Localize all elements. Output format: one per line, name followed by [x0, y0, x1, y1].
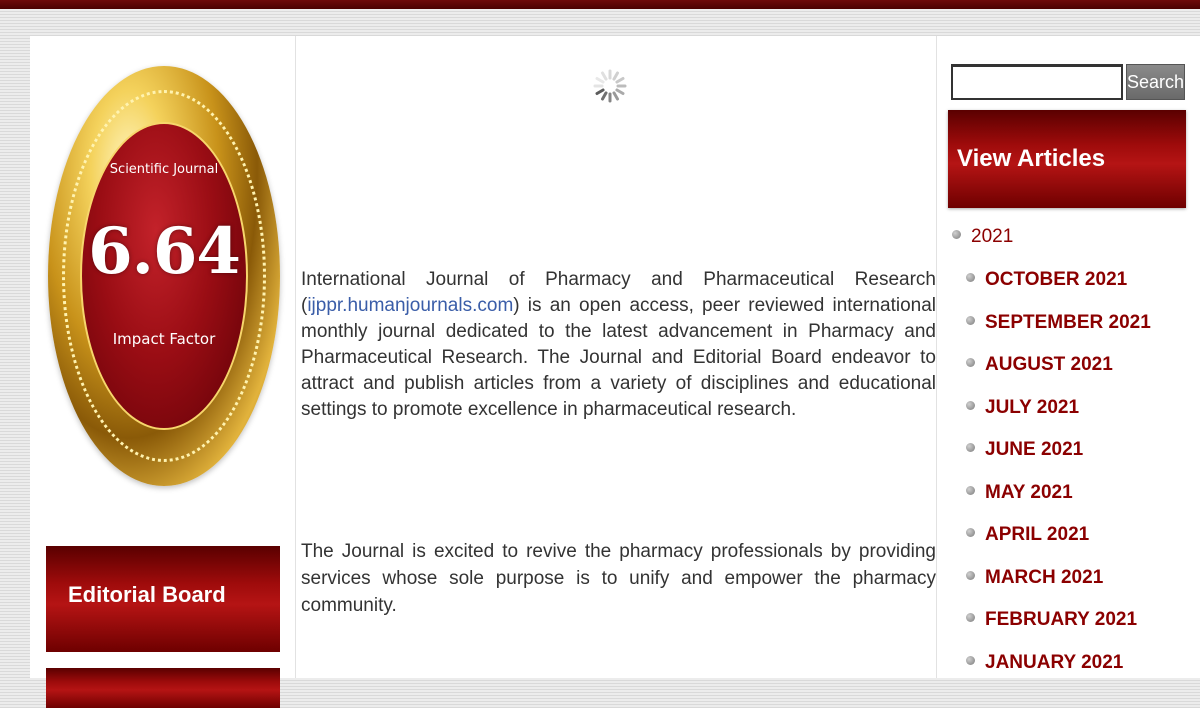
loading-spinner-icon	[593, 69, 627, 103]
month-label: SEPTEMBER 2021	[985, 311, 1151, 333]
bullet-icon	[952, 230, 961, 240]
bullet-icon	[966, 485, 975, 495]
month-label: AUGUST 2021	[985, 354, 1113, 375]
year-label: 2021	[971, 226, 1014, 247]
month-link[interactable]: JULY 2021	[966, 395, 1151, 438]
month-label: JUNE 2021	[985, 439, 1084, 460]
month-link[interactable]: SEPTEMBER 2021	[966, 310, 1151, 353]
month-link[interactable]: JANUARY 2021	[966, 650, 1151, 693]
bullet-icon	[966, 570, 975, 580]
bullet-icon	[966, 443, 975, 453]
journal-website-link[interactable]: ijppr.humanjournals.com	[307, 295, 513, 316]
bullet-icon	[966, 315, 975, 325]
top-bar	[0, 0, 1200, 9]
month-link[interactable]: AUGUST 2021	[966, 352, 1151, 395]
month-list: OCTOBER 2021 SEPTEMBER 2021 AUGUST 2021 …	[966, 267, 1151, 692]
journal-intro-paragraph: International Journal of Pharmacy and Ph…	[301, 267, 936, 423]
month-label: FEBRUARY 2021	[985, 609, 1138, 630]
month-link[interactable]: JUNE 2021	[966, 437, 1151, 480]
search-button[interactable]: Search	[1126, 64, 1185, 100]
bullet-icon	[966, 358, 975, 368]
main-content: International Journal of Pharmacy and Ph…	[296, 36, 937, 678]
badge-top-text: Scientific Journal	[109, 162, 219, 177]
month-link[interactable]: APRIL 2021	[966, 522, 1151, 565]
badge-bottom-text: Impact Factor	[112, 330, 216, 348]
month-label: JANUARY 2021	[985, 651, 1124, 673]
right-sidebar: Search View Articles 2021 OCTOBER 2021 S…	[948, 36, 1200, 678]
month-label: OCTOBER 2021	[985, 269, 1128, 290]
month-label: APRIL 2021	[985, 524, 1090, 545]
bullet-icon	[966, 400, 975, 410]
month-link[interactable]: FEBRUARY 2021	[966, 607, 1151, 650]
editorial-board-label: Editorial Board	[68, 582, 226, 607]
bullet-icon	[966, 528, 975, 538]
editorial-board-button[interactable]: Editorial Board	[46, 546, 280, 652]
month-link[interactable]: MARCH 2021	[966, 565, 1151, 608]
view-articles-header: View Articles	[948, 110, 1186, 208]
sidebar-next-button[interactable]	[46, 668, 280, 708]
page-container: Scientific Journal 6.64 Impact Factor Ed…	[30, 36, 1200, 708]
left-sidebar: Scientific Journal 6.64 Impact Factor Ed…	[30, 36, 296, 708]
bullet-icon	[966, 613, 975, 623]
bullet-icon	[966, 273, 975, 283]
journal-mission-paragraph: The Journal is excited to revive the pha…	[301, 541, 936, 616]
year-item-2021[interactable]: 2021	[952, 226, 1013, 248]
view-articles-title: View Articles	[957, 145, 1106, 172]
month-link[interactable]: MAY 2021	[966, 480, 1151, 523]
month-label: JULY 2021	[985, 396, 1080, 418]
bullet-icon	[966, 655, 975, 665]
month-link[interactable]: OCTOBER 2021	[966, 267, 1151, 310]
impact-factor-value: 6.64	[88, 214, 241, 289]
month-label: MAY 2021	[985, 481, 1073, 503]
month-label: MARCH 2021	[985, 566, 1104, 588]
search-input[interactable]	[951, 64, 1123, 100]
impact-factor-badge: Scientific Journal 6.64 Impact Factor	[48, 66, 280, 486]
